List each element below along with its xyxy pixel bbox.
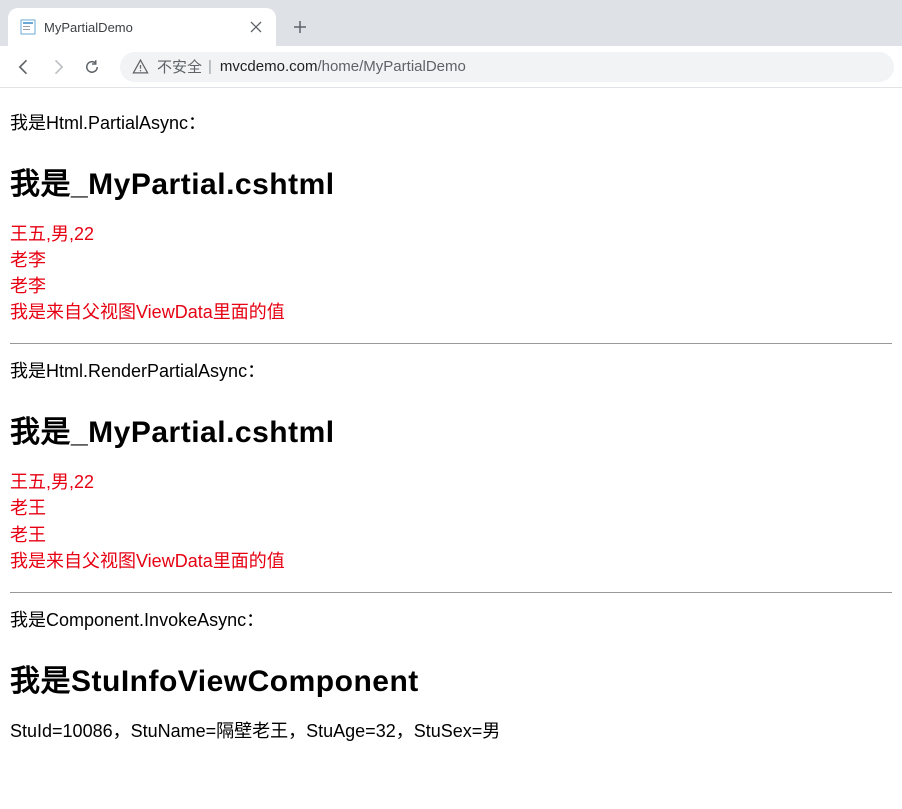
section2-line1: 王五,男,22	[10, 469, 892, 495]
address-separator: |	[208, 58, 212, 75]
section1-line1: 王五,男,22	[10, 221, 892, 247]
section1-data: 王五,男,22 老李 老李 我是来自父视图ViewData里面的值	[10, 221, 892, 325]
section1-intro: 我是Html.PartialAsync：	[10, 110, 892, 137]
back-button[interactable]	[8, 51, 40, 83]
divider-1	[10, 343, 892, 344]
security-label: 不安全	[157, 56, 202, 77]
section3-detail: StuId=10086，StuName=隔壁老王，StuAge=32，StuSe…	[10, 718, 892, 745]
new-tab-button[interactable]	[286, 13, 314, 41]
section2-heading: 我是_MyPartial.cshtml	[10, 407, 892, 451]
section2-line4: 我是来自父视图ViewData里面的值	[10, 548, 892, 574]
address-bar[interactable]: 不安全 | mvcdemo.com/home/MyPartialDemo	[120, 52, 894, 82]
section3-intro: 我是Component.InvokeAsync：	[10, 607, 892, 634]
not-secure-icon	[132, 58, 149, 75]
browser-toolbar: 不安全 | mvcdemo.com/home/MyPartialDemo	[0, 46, 902, 88]
browser-tab[interactable]: MyPartialDemo	[8, 8, 276, 46]
section2-line2: 老王	[10, 495, 892, 521]
section2-line3: 老王	[10, 522, 892, 548]
section1-line3: 老李	[10, 273, 892, 299]
browser-tab-strip: MyPartialDemo	[0, 0, 902, 46]
url-path: /home/MyPartialDemo	[317, 58, 465, 75]
section1-line4: 我是来自父视图ViewData里面的值	[10, 299, 892, 325]
section1-heading: 我是_MyPartial.cshtml	[10, 159, 892, 203]
forward-button[interactable]	[42, 51, 74, 83]
url-text: mvcdemo.com/home/MyPartialDemo	[220, 58, 466, 75]
page-content: 我是Html.PartialAsync： 我是_MyPartial.cshtml…	[0, 88, 902, 757]
section2-data: 王五,男,22 老王 老王 我是来自父视图ViewData里面的值	[10, 469, 892, 573]
section3-heading: 我是StuInfoViewComponent	[10, 656, 892, 700]
tab-title: MyPartialDemo	[44, 20, 248, 35]
section1-line2: 老李	[10, 247, 892, 273]
section2-intro: 我是Html.RenderPartialAsync：	[10, 358, 892, 385]
tab-favicon-icon	[20, 19, 36, 35]
reload-button[interactable]	[76, 51, 108, 83]
divider-2	[10, 592, 892, 593]
tab-close-button[interactable]	[248, 19, 264, 35]
url-host: mvcdemo.com	[220, 58, 318, 75]
